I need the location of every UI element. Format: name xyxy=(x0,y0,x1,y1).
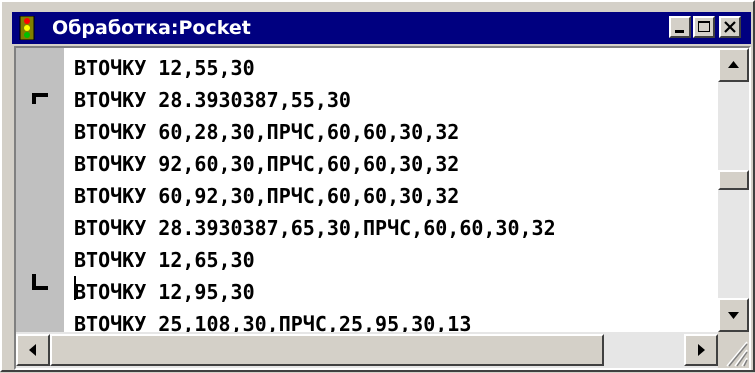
code-line[interactable]: ВТОЧКУ 12,65,30 xyxy=(74,244,255,276)
bracket-end-icon xyxy=(32,274,48,290)
close-button[interactable] xyxy=(719,16,741,38)
resize-grip[interactable] xyxy=(718,332,749,368)
close-icon xyxy=(724,21,736,33)
minimize-icon xyxy=(675,30,684,33)
code-line[interactable]: ВТОЧКУ 12,55,30 xyxy=(74,52,255,84)
line-gutter[interactable] xyxy=(16,48,64,332)
horizontal-scrollbar[interactable] xyxy=(16,332,718,368)
window-title: Обработка:Pocket xyxy=(52,17,251,39)
minimize-button[interactable] xyxy=(669,16,691,38)
text-caret xyxy=(74,276,76,300)
editor-client-area: ВТОЧКУ 12,55,30 ВТОЧКУ 28.3930387,55,30 … xyxy=(14,46,751,370)
code-line[interactable]: ВТОЧКУ 60,92,30,ПРЧС,60,60,30,32 xyxy=(74,180,459,212)
code-line[interactable]: ВТОЧКУ 28.3930387,65,30,ПРЧС,60,60,30,32 xyxy=(74,212,556,244)
arrow-right-icon xyxy=(698,344,705,356)
arrow-down-icon xyxy=(728,312,739,319)
maximize-button[interactable] xyxy=(693,16,715,38)
editor-window: Обработка:Pocket ВТОЧКУ 12,55,30 ВТОЧКУ … xyxy=(0,0,755,372)
vertical-scroll-thumb[interactable] xyxy=(718,170,749,190)
code-line[interactable]: ВТОЧКУ 92,60,30,ПРЧС,60,60,30,32 xyxy=(74,148,459,180)
scroll-up-button[interactable] xyxy=(718,48,749,82)
scroll-down-button[interactable] xyxy=(718,298,749,332)
scroll-left-button[interactable] xyxy=(16,334,50,366)
title-bar[interactable]: Обработка:Pocket xyxy=(12,12,751,44)
resize-grip-icon xyxy=(726,341,748,367)
code-editor[interactable]: ВТОЧКУ 12,55,30 ВТОЧКУ 28.3930387,55,30 … xyxy=(64,48,718,332)
code-line[interactable]: ВТОЧКУ 28.3930387,55,30 xyxy=(74,84,351,116)
vertical-scrollbar[interactable] xyxy=(718,48,749,332)
code-line[interactable]: ВТОЧКУ 12,95,30 xyxy=(74,276,255,308)
horizontal-scroll-thumb[interactable] xyxy=(50,334,604,366)
scroll-right-button[interactable] xyxy=(684,334,718,366)
arrow-up-icon xyxy=(728,61,739,68)
code-line[interactable]: ВТОЧКУ 25,108,30,ПРЧС,25,95,30,13 xyxy=(74,308,471,332)
maximize-icon xyxy=(698,21,710,32)
traffic-light-icon xyxy=(19,16,35,40)
arrow-left-icon xyxy=(29,344,36,356)
code-line[interactable]: ВТОЧКУ 60,28,30,ПРЧС,60,60,30,32 xyxy=(74,116,459,148)
